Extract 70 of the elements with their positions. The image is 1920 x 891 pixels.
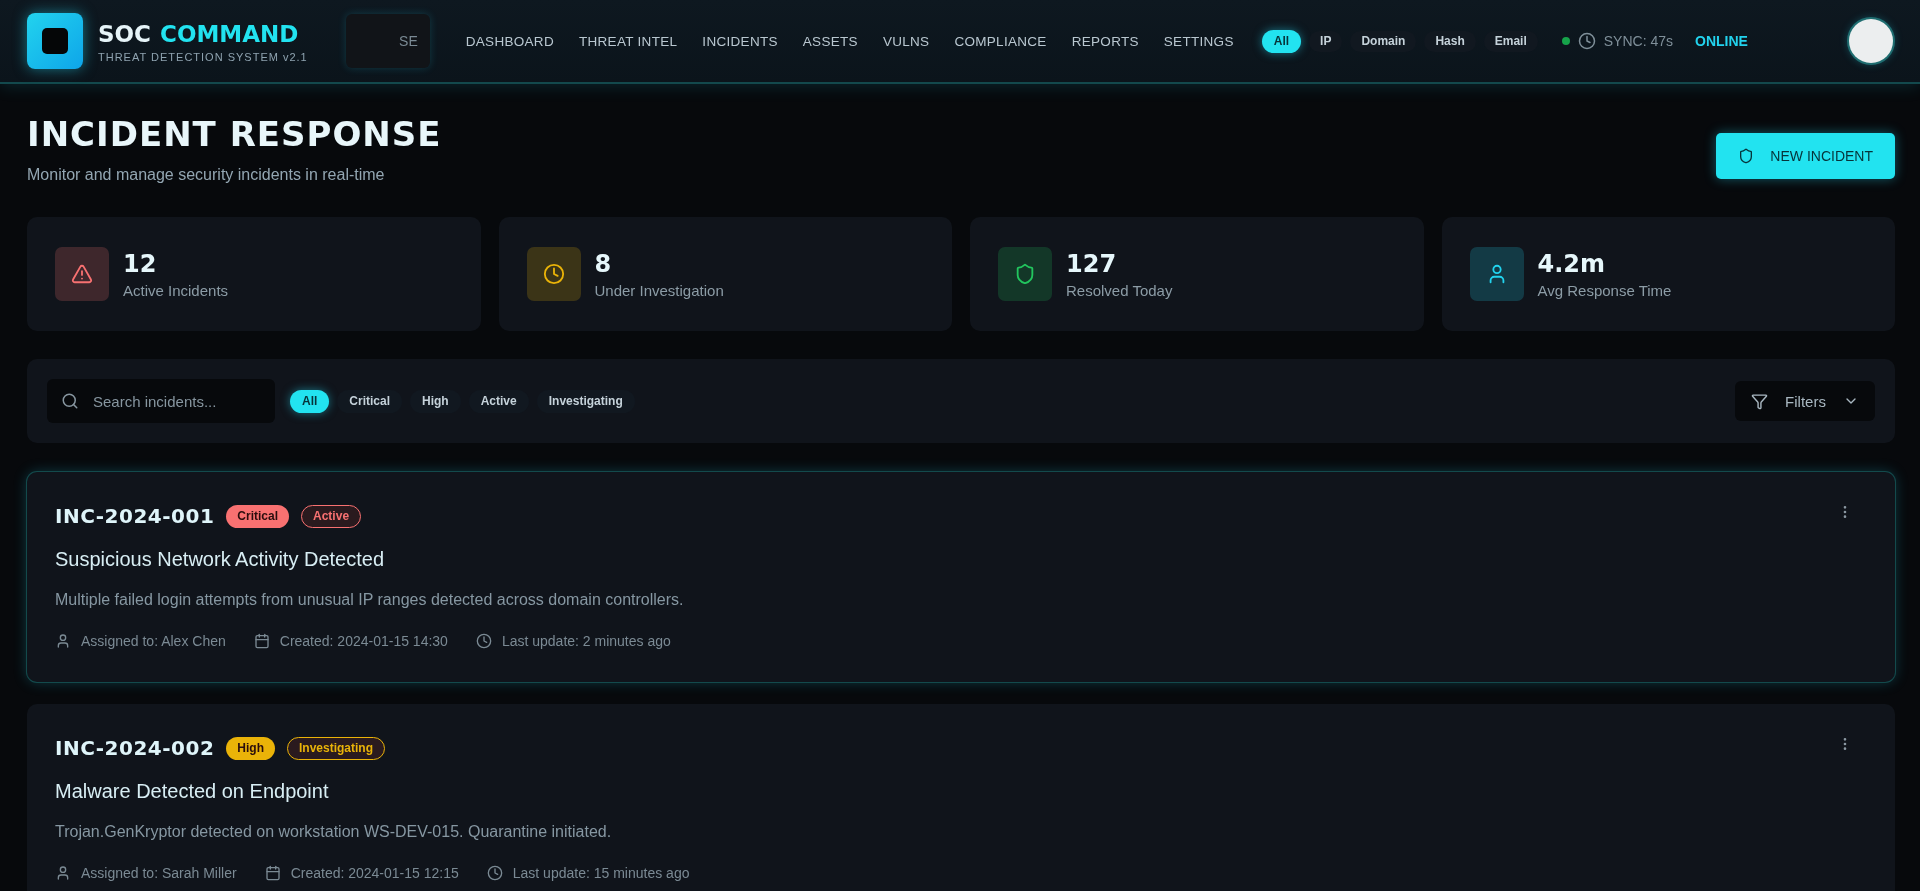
stat-value: 12 bbox=[123, 249, 158, 278]
nav-link[interactable]: VULNS bbox=[882, 33, 930, 49]
nav-link[interactable]: SETTINGS bbox=[1163, 33, 1234, 49]
filter-chip[interactable]: Email bbox=[1483, 30, 1538, 52]
sync-text: SYNC: 47s bbox=[1603, 33, 1674, 49]
user-icon bbox=[55, 865, 71, 881]
funnel-icon bbox=[1751, 392, 1768, 410]
nav-link[interactable]: ASSETS bbox=[802, 33, 858, 49]
filter-chip[interactable]: Domain bbox=[1350, 30, 1417, 52]
created-text: Created: 2024-01-15 14:30 bbox=[279, 633, 448, 649]
stat-value: 8 bbox=[594, 249, 613, 278]
clock-icon bbox=[542, 263, 565, 285]
incident-title: Malware Detected on Endpoint bbox=[55, 780, 330, 803]
filters-button[interactable]: Filters bbox=[1735, 381, 1875, 421]
stat-value: 127 bbox=[1066, 249, 1118, 278]
avatar[interactable] bbox=[1849, 19, 1893, 63]
stat-label: Avg Response Time bbox=[1537, 281, 1672, 299]
updated-text: Last update: 2 minutes ago bbox=[501, 633, 671, 649]
stat-label: Under Investigation bbox=[594, 281, 724, 299]
new-incident-button[interactable]: NEW INCIDENT bbox=[1716, 133, 1895, 179]
status-badge: Active bbox=[301, 504, 362, 528]
page-title: INCIDENT RESPONSE bbox=[27, 113, 442, 156]
nav-link[interactable]: THREAT INTEL bbox=[578, 33, 678, 49]
stat-label: Active Incidents bbox=[123, 281, 229, 299]
clock-icon bbox=[475, 633, 492, 649]
calendar-icon bbox=[253, 633, 270, 649]
filter-chip[interactable]: Hash bbox=[1424, 30, 1476, 52]
shield-icon bbox=[1014, 263, 1036, 285]
incident-card[interactable] bbox=[27, 472, 1895, 682]
status-badge: Investigating bbox=[287, 736, 386, 760]
online-status: ONLINE bbox=[1695, 33, 1748, 49]
nav-link[interactable]: DASHBOARD bbox=[465, 33, 554, 49]
brand-title: SOC bbox=[98, 19, 151, 48]
incident-title: Suspicious Network Activity Detected bbox=[55, 548, 386, 571]
filter-chip[interactable]: High bbox=[410, 389, 461, 413]
filter-chip[interactable]: IP bbox=[1309, 30, 1343, 52]
filter-chip[interactable]: Critical bbox=[337, 389, 403, 413]
search-field[interactable]: Search incidents... bbox=[47, 379, 275, 423]
clock-icon bbox=[486, 865, 503, 881]
assignee-text: Assigned to: Alex Chen bbox=[81, 633, 226, 649]
filter-chip[interactable]: All bbox=[290, 389, 330, 413]
nav-link[interactable]: REPORTS bbox=[1071, 33, 1139, 49]
nav-link[interactable]: COMPLIANCE bbox=[954, 33, 1047, 49]
severity-badge: High bbox=[226, 736, 275, 760]
search-field[interactable]: SE bbox=[345, 14, 430, 68]
shield-icon bbox=[1738, 148, 1755, 164]
severity-badge: Critical bbox=[226, 504, 290, 528]
incident-description: Trojan.GenKryptor detected on workstation WS-DEV-015. Quarantine initiated. bbox=[55, 823, 613, 841]
search-icon bbox=[61, 392, 79, 410]
calendar-icon bbox=[264, 865, 281, 881]
filter-chip[interactable]: All bbox=[1261, 29, 1302, 53]
updated-text: Last update: 15 minutes ago bbox=[512, 865, 690, 881]
created-text: Created: 2024-01-15 12:15 bbox=[290, 865, 459, 881]
nav-link[interactable]: INCIDENTS bbox=[702, 33, 778, 49]
clock-icon bbox=[1577, 32, 1596, 50]
assignee-text: Assigned to: Sarah Miller bbox=[81, 865, 237, 881]
stat-value: 4.2m bbox=[1537, 249, 1607, 278]
incident-card[interactable] bbox=[27, 704, 1895, 891]
filter-chip[interactable]: Active bbox=[468, 389, 529, 413]
incident-id: INC-2024-001 bbox=[55, 504, 215, 528]
stat-label: Resolved Today bbox=[1066, 281, 1173, 299]
user-icon bbox=[55, 633, 71, 649]
brand-title-accent: COMMAND bbox=[160, 19, 299, 48]
page-subtitle: Monitor and manage security incidents in real-time bbox=[27, 166, 386, 184]
incident-id: INC-2024-002 bbox=[55, 736, 215, 760]
warning-icon bbox=[71, 263, 93, 285]
logo bbox=[27, 13, 83, 69]
incident-description: Multiple failed login attempts from unusual IP ranges detected across domain controllers. bbox=[55, 591, 685, 609]
brand-subtitle: THREAT DETECTION SYSTEM v2.1 bbox=[98, 50, 308, 63]
filter-chip[interactable]: Investigating bbox=[536, 389, 635, 413]
